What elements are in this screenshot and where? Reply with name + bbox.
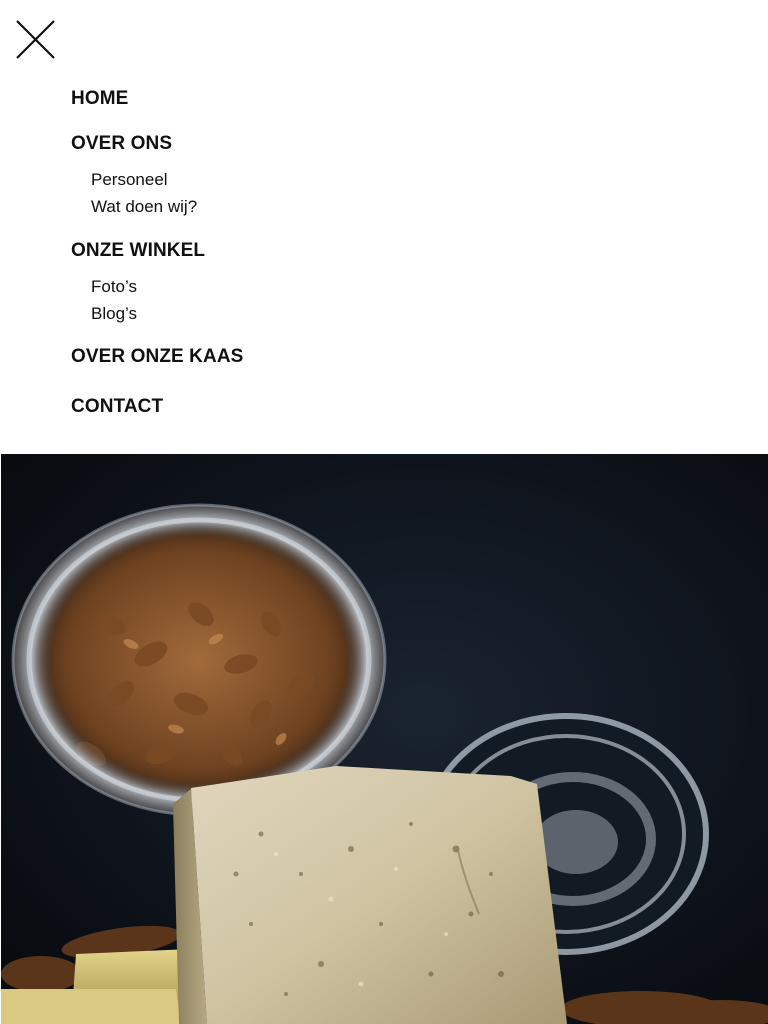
submenu-item-blogs[interactable]: Blog’s	[91, 300, 137, 327]
close-icon	[16, 20, 55, 59]
submenu-item-personeel[interactable]: Personeel	[91, 166, 197, 193]
mobile-menu-page: HOME OVER ONS Personeel Wat doen wij? ON…	[0, 0, 768, 1024]
submenu-item-fotos[interactable]: Foto’s	[91, 273, 137, 300]
cheese-block	[173, 766, 567, 1024]
menu-item-over-ons[interactable]: OVER ONS	[71, 131, 172, 157]
menu-item-home[interactable]: HOME	[71, 86, 128, 112]
submenu-item-wat-doen-wij[interactable]: Wat doen wij?	[91, 193, 197, 220]
close-button[interactable]	[14, 18, 58, 62]
menu-item-over-onze-kaas[interactable]: OVER ONZE KAAS	[71, 344, 243, 370]
menu-item-onze-winkel[interactable]: ONZE WINKEL	[71, 238, 205, 264]
submenu-onze-winkel: Foto’s Blog’s	[71, 273, 137, 327]
menu-item-contact[interactable]: CONTACT	[71, 394, 163, 420]
submenu-over-ons: Personeel Wat doen wij?	[71, 166, 197, 220]
cheese-and-jars-illustration	[1, 454, 768, 1024]
hero-photo	[1, 454, 768, 1024]
